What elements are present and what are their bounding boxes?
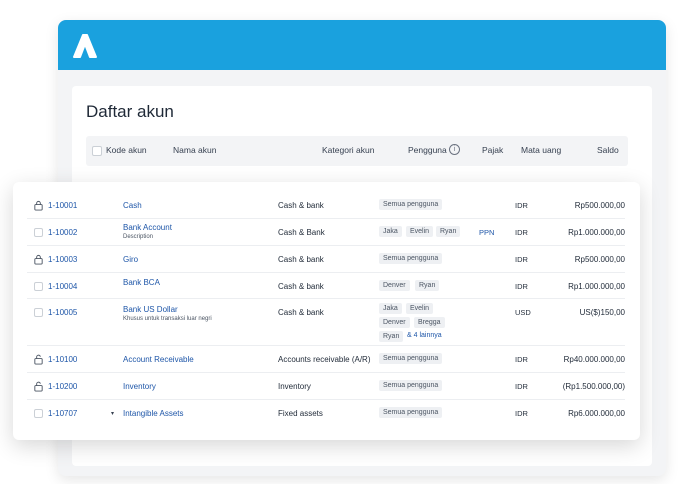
header-category[interactable]: Kategori akun	[322, 145, 374, 155]
user-chip: Evelin	[406, 226, 434, 237]
account-category: Inventory	[278, 382, 311, 391]
account-description: Khusus untuk transaksi luar negri	[123, 316, 212, 322]
account-category: Cash & bank	[278, 201, 324, 210]
account-category: Accounts receivable (A/R)	[278, 355, 371, 364]
user-chip: Bregga	[414, 317, 445, 328]
account-tax[interactable]: PPN	[479, 228, 494, 237]
more-users-link[interactable]: & 4 lainnya	[407, 332, 442, 339]
page-title: Daftar akun	[86, 102, 174, 121]
account-code[interactable]: 1-10002	[48, 228, 77, 237]
account-balance: Rp1.000.000,00	[568, 228, 625, 237]
account-balance: Rp1.000.000,00	[568, 282, 625, 291]
account-code[interactable]: 1-10004	[48, 282, 77, 291]
user-chip: Semua pengguna	[379, 353, 443, 364]
account-currency: USD	[515, 308, 531, 317]
user-chip: Semua pengguna	[379, 199, 443, 210]
user-chip: Jaka	[379, 303, 402, 314]
account-name[interactable]: Bank BCA	[123, 278, 160, 287]
lock-icon	[34, 200, 43, 211]
info-icon[interactable]: i	[449, 144, 460, 155]
row-checkbox[interactable]	[34, 409, 43, 418]
account-balance: Rp40.000.000,00	[563, 355, 625, 364]
account-currency: IDR	[515, 201, 528, 210]
account-currency: IDR	[515, 355, 528, 364]
account-category: Cash & Bank	[278, 228, 325, 237]
top-bar	[58, 20, 666, 70]
accounts-table: 1-10001 Cash Cash & bank Semua pengguna …	[13, 182, 640, 440]
account-currency: IDR	[515, 228, 528, 237]
account-currency: IDR	[515, 382, 528, 391]
account-code[interactable]: 1-10005	[48, 308, 77, 317]
expand-caret-icon[interactable]: ▾	[111, 410, 114, 417]
account-name[interactable]: Inventory	[123, 382, 156, 391]
account-currency: IDR	[515, 282, 528, 291]
account-code[interactable]: 1-10003	[48, 255, 77, 264]
user-chip: Denver	[379, 317, 410, 328]
account-code[interactable]: 1-10200	[48, 382, 77, 391]
account-name[interactable]: Bank US Dollar	[123, 305, 178, 314]
account-balance: Rp6.000.000,00	[568, 409, 625, 418]
table-row[interactable]: 1-10200 Inventory Inventory Semua penggu…	[27, 373, 625, 400]
user-chip: Jaka	[379, 226, 402, 237]
unlock-icon	[34, 354, 43, 365]
row-checkbox[interactable]	[34, 308, 43, 317]
header-name[interactable]: Nama akun	[173, 145, 216, 155]
table-row[interactable]: 1-10002 Bank Account Description Cash & …	[27, 219, 625, 246]
jurnal-a-logo-icon[interactable]	[70, 31, 100, 61]
user-chip: Evelin	[406, 303, 434, 314]
header-code[interactable]: Kode akun	[106, 145, 147, 155]
account-name[interactable]: Bank Account	[123, 223, 172, 232]
account-balance: Rp500.000,00	[574, 201, 625, 210]
account-description: Description	[123, 234, 154, 240]
account-name[interactable]: Account Receivable	[123, 355, 194, 364]
table-row[interactable]: 1-10004 Bank BCA Cash & bank Denver Ryan…	[27, 273, 625, 299]
account-category: Cash & bank	[278, 308, 324, 317]
account-code[interactable]: 1-10100	[48, 355, 77, 364]
account-category: Cash & bank	[278, 282, 324, 291]
account-name[interactable]: Giro	[123, 255, 138, 264]
user-chip: Semua pengguna	[379, 407, 443, 418]
lock-icon	[34, 254, 43, 265]
header-balance[interactable]: Saldo	[597, 145, 619, 155]
row-checkbox[interactable]	[34, 228, 43, 237]
account-code[interactable]: 1-10707	[48, 409, 77, 418]
account-category: Cash & bank	[278, 255, 324, 264]
stage: Daftar akun Kode akun Nama akun Kategori…	[0, 0, 692, 484]
user-chip: Denver	[379, 280, 410, 291]
table-row[interactable]: 1-10001 Cash Cash & bank Semua pengguna …	[27, 192, 625, 219]
account-name[interactable]: Cash	[123, 201, 142, 210]
account-currency: IDR	[515, 409, 528, 418]
user-chip: Ryan	[415, 280, 440, 291]
table-row[interactable]: 1-10100 Account Receivable Accounts rece…	[27, 346, 625, 373]
account-category: Fixed assets	[278, 409, 323, 418]
account-balance: (Rp1.500.000,00)	[562, 382, 625, 391]
unlock-icon	[34, 381, 43, 392]
account-code[interactable]: 1-10001	[48, 201, 77, 210]
header-tax[interactable]: Pajak	[482, 145, 503, 155]
header-currency[interactable]: Mata uang	[521, 145, 561, 155]
table-row[interactable]: 1-10003 Giro Cash & bank Semua pengguna …	[27, 246, 625, 273]
table-row[interactable]: 1-10707 ▾ Intangible Assets Fixed assets…	[27, 400, 625, 427]
user-chip: Semua pengguna	[379, 380, 443, 391]
account-currency: IDR	[515, 255, 528, 264]
table-row[interactable]: 1-10005 Bank US Dollar Khusus untuk tran…	[27, 299, 625, 346]
user-chip: Semua pengguna	[379, 253, 443, 264]
account-name[interactable]: Intangible Assets	[123, 409, 183, 418]
row-checkbox[interactable]	[34, 282, 43, 291]
select-all-checkbox[interactable]	[92, 146, 102, 156]
table-header: Kode akun Nama akun Kategori akun Penggu…	[86, 136, 628, 166]
account-balance: US($)150,00	[579, 308, 625, 317]
account-balance: Rp500.000,00	[574, 255, 625, 264]
header-users[interactable]: Pengguna	[408, 145, 447, 155]
user-chip: Ryan	[436, 226, 461, 237]
user-chip: Ryan	[379, 331, 404, 342]
